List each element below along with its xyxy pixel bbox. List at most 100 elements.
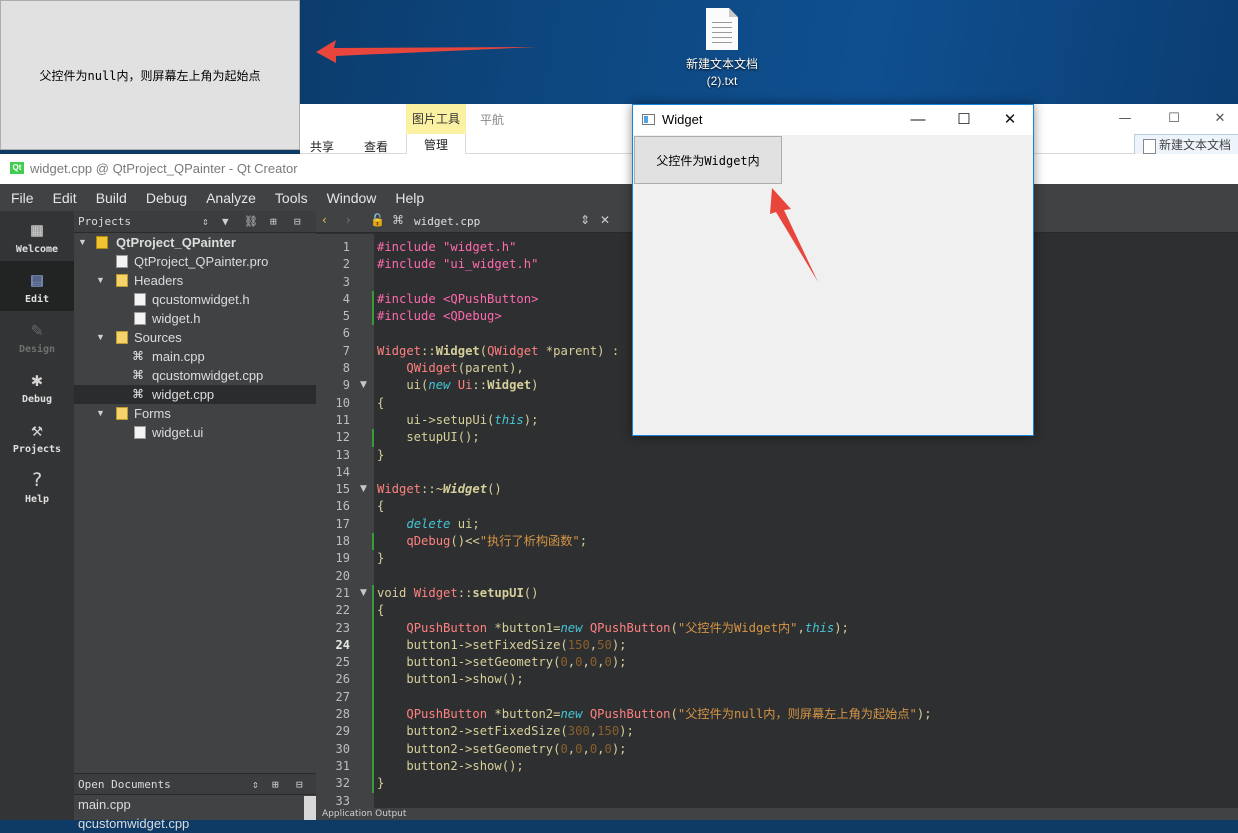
minimize-icon[interactable]: — xyxy=(1103,106,1147,132)
mode-projects[interactable]: ⚒ Projects xyxy=(0,411,74,461)
tab-manage[interactable]: 管理 xyxy=(406,134,466,154)
code-line[interactable]: 19} xyxy=(316,550,1238,567)
menu-help[interactable]: Help xyxy=(392,190,427,206)
menu-edit[interactable]: Edit xyxy=(50,190,80,206)
help-icon: ? xyxy=(31,469,43,491)
tree-item-main-cpp[interactable]: ⌘ main.cpp xyxy=(74,347,316,366)
forward-icon[interactable]: › xyxy=(346,213,351,227)
expand-icon[interactable]: ▼ xyxy=(96,328,105,347)
split-icon[interactable]: ⊞ xyxy=(270,211,277,233)
desktop-file-name: 新建文本文档 (2).txt xyxy=(685,57,758,88)
code-line[interactable]: 20 xyxy=(316,568,1238,585)
code-line[interactable]: 22 { xyxy=(316,602,1238,620)
close-document-icon[interactable]: ✕ xyxy=(600,213,610,227)
tree-item-forms[interactable]: ▼ Forms xyxy=(74,404,316,423)
desktop-text-file[interactable]: 新建文本文档 (2).txt xyxy=(676,8,768,90)
code-line[interactable]: 32} xyxy=(316,775,1238,793)
close-icon[interactable]: ✕ xyxy=(1198,106,1238,132)
change-marker xyxy=(372,429,374,447)
line-number: 31 xyxy=(335,758,350,773)
chevron-updown-icon[interactable]: ⇕ xyxy=(202,211,209,233)
line-number: 10 xyxy=(335,395,350,410)
line-number: 17 xyxy=(335,516,350,531)
fold-marker-icon[interactable]: ▼ xyxy=(360,481,367,498)
tree-item-widget-cpp[interactable]: ⌘ widget.cpp xyxy=(74,385,316,404)
mode-debug[interactable]: ✱ Debug xyxy=(0,361,74,411)
line-number: 25 xyxy=(335,655,350,670)
mode-edit[interactable]: ▤ Edit xyxy=(0,261,74,311)
tree-item-qcustomwidget-h[interactable]: qcustomwidget.h xyxy=(74,290,316,309)
code-line[interactable]: 25 button1->setGeometry(0,0,0,0); xyxy=(316,654,1238,672)
close-icon[interactable]: ✕ xyxy=(987,105,1033,135)
mode-welcome[interactable]: ▦ Welcome xyxy=(0,211,74,261)
close-pane-icon[interactable]: ⊟ xyxy=(296,774,303,796)
code-line[interactable]: 24 button1->setFixedSize(150,50); xyxy=(316,636,1238,655)
split-icon[interactable]: ⊞ xyxy=(272,774,279,796)
cpp-file-icon: ⌘ xyxy=(392,213,404,227)
chevron-updown-icon[interactable]: ⇕ xyxy=(252,774,259,796)
code-text: #include "ui_widget.h" xyxy=(377,257,539,272)
maximize-icon[interactable]: ☐ xyxy=(1152,106,1196,132)
code-line[interactable]: 16 { xyxy=(316,498,1238,515)
code-line[interactable]: 17 delete ui; xyxy=(316,516,1238,533)
line-number: 21 xyxy=(335,585,350,600)
tree-item-qcustomwidget-cpp[interactable]: ⌘ qcustomwidget.cpp xyxy=(74,366,316,385)
code-line[interactable]: 31 button2->show(); xyxy=(316,757,1238,776)
tree-item-project[interactable]: ▼ QtProject_QPainter xyxy=(74,233,316,252)
widget-title-bar[interactable]: Widget — ☐ ✕ xyxy=(633,105,1033,135)
code-line[interactable]: 14 xyxy=(316,464,1238,481)
code-line[interactable]: 13} xyxy=(316,447,1238,464)
expand-icon[interactable]: ▼ xyxy=(96,404,105,423)
tree-item-pro-file[interactable]: QtProject_QPainter.pro xyxy=(74,252,316,271)
change-marker xyxy=(372,584,374,603)
code-line[interactable]: 27 xyxy=(316,688,1238,707)
close-pane-icon[interactable]: ⊟ xyxy=(294,211,301,233)
tree-item-sources[interactable]: ▼ Sources xyxy=(74,328,316,347)
code-line[interactable]: 18 qDebug()<<"执行了析构函数"; xyxy=(316,533,1238,551)
code-line[interactable]: 21 ▼ void Widget::setupUI() xyxy=(316,584,1238,603)
filter-icon[interactable]: ▼ xyxy=(222,211,229,233)
code-line[interactable]: 26 button1->show(); xyxy=(316,671,1238,689)
tree-item-widget-h[interactable]: widget.h xyxy=(74,309,316,328)
change-marker xyxy=(372,290,374,309)
mode-design[interactable]: ✎ Design xyxy=(0,311,74,361)
minimize-icon[interactable]: — xyxy=(895,105,941,135)
menu-file[interactable]: File xyxy=(8,190,37,206)
code-line[interactable]: 29 button2->setFixedSize(300,150); xyxy=(316,723,1238,741)
open-doc-item[interactable]: main.cpp xyxy=(74,795,316,814)
editor-file-name[interactable]: widget.cpp xyxy=(414,215,480,228)
tab-view[interactable]: 查看 xyxy=(364,138,388,155)
link-icon[interactable]: ⛓ xyxy=(244,211,258,233)
menu-window[interactable]: Window xyxy=(324,190,380,206)
tree-item-widget-ui[interactable]: widget.ui xyxy=(74,423,316,442)
output-pane-bar: Application Output xyxy=(316,808,1238,820)
widget-child-button[interactable]: 父控件为Widget内 xyxy=(634,136,782,184)
menu-debug[interactable]: Debug xyxy=(143,190,190,206)
chevron-updown-icon[interactable]: ⇕ xyxy=(580,213,590,227)
window-app-icon xyxy=(642,114,655,125)
menu-analyze[interactable]: Analyze xyxy=(203,190,259,206)
maximize-icon[interactable]: ☐ xyxy=(941,105,987,135)
edit-icon: ▤ xyxy=(31,269,43,291)
code-line[interactable]: 23 QPushButton *button1=new QPushButton(… xyxy=(316,619,1238,637)
code-line[interactable]: 30 button2->setGeometry(0,0,0,0); xyxy=(316,740,1238,758)
code-line[interactable]: 28 QPushButton *button2=new QPushButton(… xyxy=(316,706,1238,724)
open-doc-item[interactable]: qcustomwidget.cpp xyxy=(74,814,316,833)
menu-build[interactable]: Build xyxy=(93,190,130,206)
menu-tools[interactable]: Tools xyxy=(272,190,311,206)
back-icon[interactable]: ‹ xyxy=(322,213,327,227)
tree-item-headers[interactable]: ▼ Headers xyxy=(74,271,316,290)
tab-nav[interactable]: 平航 xyxy=(480,111,504,128)
scrollbar[interactable] xyxy=(304,796,316,820)
fold-marker-icon[interactable]: ▼ xyxy=(360,377,367,394)
tab-share[interactable]: 共享 xyxy=(310,138,334,155)
line-number: 2 xyxy=(342,257,350,272)
null-parent-button[interactable]: 父控件为null内，则屏幕左上角为起始点 xyxy=(0,0,300,150)
fold-marker-icon[interactable]: ▼ xyxy=(360,585,367,602)
explorer-tab[interactable]: 新建文本文档 xyxy=(1134,134,1238,156)
expand-icon[interactable]: ▼ xyxy=(96,271,105,290)
code-line[interactable]: 15 ▼ Widget::~Widget() xyxy=(316,481,1238,498)
line-number: 9 xyxy=(342,378,350,393)
mode-help[interactable]: ? Help xyxy=(0,461,74,511)
expand-icon[interactable]: ▼ xyxy=(78,233,87,252)
